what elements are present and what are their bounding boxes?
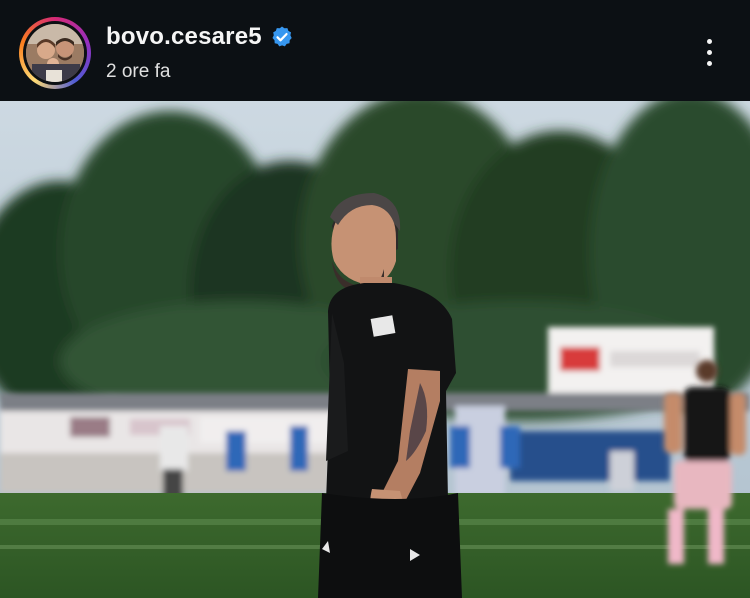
verified-badge-icon [272, 26, 292, 47]
story-ring[interactable] [19, 17, 91, 89]
post-timestamp: 2 ore fa [106, 61, 171, 82]
username[interactable]: bovo.cesare5 [106, 23, 262, 51]
post-photo[interactable] [0, 101, 750, 598]
more-options-icon[interactable] [692, 32, 726, 72]
post-header: bovo.cesare5 2 ore fa [0, 0, 750, 101]
avatar[interactable] [26, 24, 84, 82]
